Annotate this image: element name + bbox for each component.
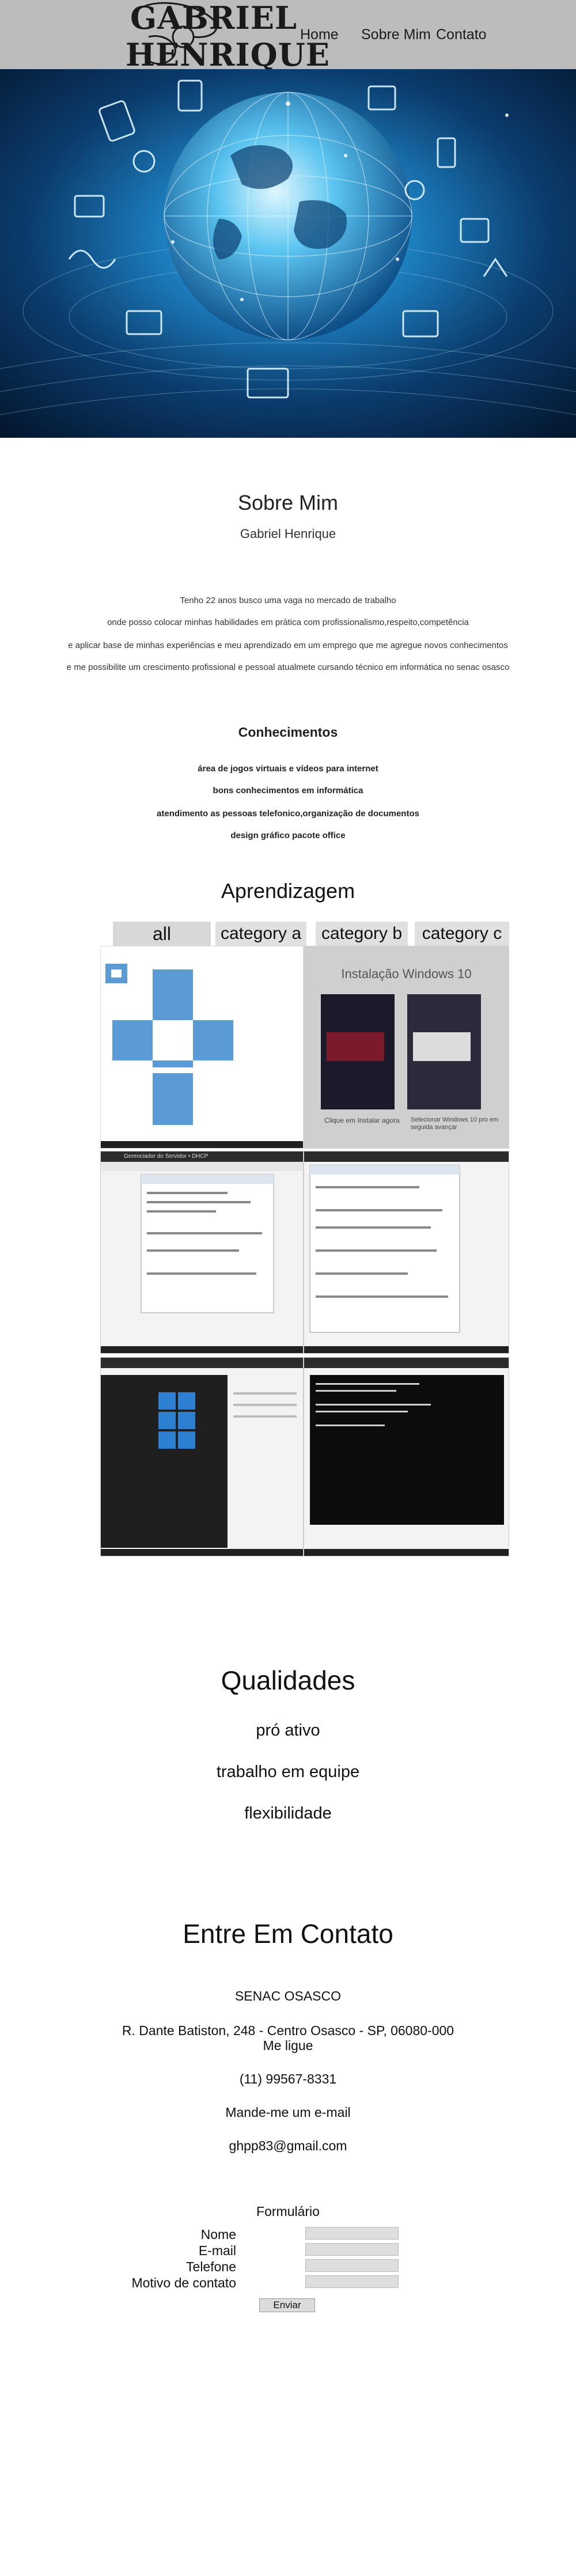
qualidades-title: Qualidades bbox=[221, 1665, 355, 1695]
sobre-name: Gabriel Henrique bbox=[240, 526, 336, 541]
sobre-paragraph-line: e me possibilite um crescimento profissi… bbox=[66, 662, 510, 672]
hero-image bbox=[0, 69, 576, 438]
gallery-item[interactable]: Gerenciador do Servidor • DHCP bbox=[100, 1151, 304, 1354]
install-caption-right: Selecionar Windows 10 pro em seguida ava… bbox=[411, 1116, 499, 1131]
conhecimento-item: atendimento as pessoas telefonico,organi… bbox=[157, 809, 419, 819]
gallery-item[interactable] bbox=[304, 1151, 509, 1354]
gallery-item[interactable]: Instalação Windows 10 Clique em Instalar… bbox=[304, 946, 509, 1149]
nome-input[interactable] bbox=[305, 2227, 399, 2240]
sobre-paragraph-line: e aplicar base de minhas experiências e … bbox=[68, 641, 508, 650]
conhecimento-item: área de jogos virtuais e vídeos para int… bbox=[198, 764, 378, 774]
gallery-item[interactable] bbox=[100, 1357, 304, 1556]
nav-contato[interactable]: Contato bbox=[436, 26, 487, 43]
install-title: Instalação Windows 10 bbox=[341, 967, 472, 981]
dhcp-window-screenshot bbox=[101, 1151, 303, 1353]
form-label-email: E-mail bbox=[198, 2243, 236, 2258]
tab-all[interactable]: all bbox=[113, 922, 211, 946]
dhcp-dialog-screenshot bbox=[304, 1151, 509, 1353]
logo-line-2: HENRIQUE bbox=[126, 36, 330, 73]
command-prompt-screenshot bbox=[304, 1358, 509, 1556]
telefone-input[interactable] bbox=[305, 2259, 399, 2272]
contato-address: R. Dante Batiston, 248 - Centro Osasco -… bbox=[122, 2023, 454, 2038]
motivo-input[interactable] bbox=[305, 2275, 399, 2288]
sobre-paragraph-line: Tenho 22 anos busco uma vaga no mercado … bbox=[180, 596, 396, 605]
gallery-item[interactable] bbox=[100, 946, 304, 1149]
tab-category-b[interactable]: category b bbox=[316, 922, 408, 946]
qualidade-item: pró ativo bbox=[256, 1721, 320, 1740]
qualidade-item: trabalho em equipe bbox=[216, 1763, 360, 1781]
conhecimentos-title: Conhecimentos bbox=[238, 725, 338, 740]
install-caption-left: Clique em Instalar agora bbox=[324, 1116, 400, 1124]
contato-call: Me ligue bbox=[263, 2038, 313, 2053]
tab-category-c[interactable]: category c bbox=[415, 922, 509, 946]
sobre-paragraph-line: onde posso colocar minhas habilidades em… bbox=[107, 618, 469, 627]
logo[interactable]: GABRIEL HENRIQUE bbox=[126, 1, 330, 73]
logo-line-1: GABRIEL bbox=[130, 0, 297, 36]
tab-category-a[interactable]: category a bbox=[215, 922, 306, 946]
email-input[interactable] bbox=[305, 2243, 399, 2256]
contato-school: SENAC OSASCO bbox=[234, 1988, 342, 2003]
qualidade-item: flexibilidade bbox=[244, 1804, 332, 1823]
nav-sobre-mim[interactable]: Sobre Mim bbox=[361, 26, 431, 43]
contato-phone[interactable]: (11) 99567-8331 bbox=[0, 2071, 576, 2087]
site-header: GABRIEL HENRIQUE Home Sobre Mim Contato bbox=[0, 0, 576, 73]
form-label-motivo: Motivo de contato bbox=[131, 2275, 236, 2290]
conhecimento-item: bons conhecimentos em informática bbox=[213, 786, 363, 795]
nav-home[interactable]: Home bbox=[300, 26, 339, 43]
form-label-nome: Nome bbox=[200, 2227, 236, 2242]
enviar-button[interactable]: Enviar bbox=[259, 2298, 315, 2312]
contato-email[interactable]: ghpp83@gmail.com bbox=[0, 2138, 576, 2154]
form-label-telefone: Telefone bbox=[186, 2259, 236, 2274]
sobre-title: Sobre Mim bbox=[237, 491, 339, 514]
gallery-item[interactable] bbox=[304, 1357, 509, 1556]
conhecimento-item: design gráfico pacote office bbox=[230, 831, 346, 840]
contato-email-prompt: Mande-me um e-mail bbox=[225, 2105, 351, 2120]
start-menu-screenshot bbox=[101, 1358, 303, 1556]
globe-technology-illustration bbox=[0, 69, 576, 438]
diagram-screenshot bbox=[101, 946, 303, 1148]
window-title: Gerenciador do Servidor • DHCP bbox=[124, 1153, 209, 1160]
form-title: Formulário bbox=[256, 2204, 320, 2219]
contato-title: Entre Em Contato bbox=[183, 1919, 393, 1949]
aprendizagem-title: Aprendizagem bbox=[221, 879, 355, 903]
